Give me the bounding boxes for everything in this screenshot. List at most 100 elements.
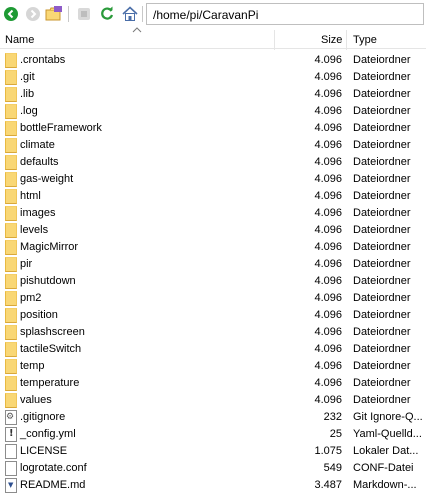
file-row[interactable]: climate 4.096 Dateiordner <box>0 137 426 154</box>
file-name: gas-weight <box>20 173 74 185</box>
file-size: 4.096 <box>314 343 342 355</box>
file-row[interactable]: LICENSE 1.075 Lokaler Dat... <box>0 443 426 460</box>
file-row[interactable]: .git 4.096 Dateiordner <box>0 69 426 86</box>
folder-icon <box>5 376 17 391</box>
file-name: tactileSwitch <box>20 343 82 355</box>
file-type: Dateiordner <box>353 343 411 355</box>
file-size: 4.096 <box>314 224 342 236</box>
file-name: defaults <box>20 156 59 168</box>
file-name: pir <box>20 258 33 270</box>
file-type: Dateiordner <box>353 139 411 151</box>
file-type: Dateiordner <box>353 173 411 185</box>
file-name: LICENSE <box>20 445 68 457</box>
file-size: 4.096 <box>314 122 342 134</box>
file-row[interactable]: splashscreen 4.096 Dateiordner <box>0 324 426 341</box>
file-size: 4.096 <box>314 241 342 253</box>
file-name: MagicMirror <box>20 241 79 253</box>
file-size: 4.096 <box>314 309 342 321</box>
file-row[interactable]: defaults 4.096 Dateiordner <box>0 154 426 171</box>
file-type: Dateiordner <box>353 190 411 202</box>
parent-folder-icon[interactable] <box>45 5 63 23</box>
column-divider[interactable] <box>274 30 275 50</box>
path-field[interactable]: /home/pi/CaravanPi <box>146 3 424 25</box>
file-name: .log <box>20 105 38 117</box>
home-icon[interactable] <box>121 5 139 23</box>
folder-icon <box>5 104 17 119</box>
file-type: Dateiordner <box>353 326 411 338</box>
file-type: Dateiordner <box>353 207 411 219</box>
file-row[interactable]: tactileSwitch 4.096 Dateiordner <box>0 341 426 358</box>
folder-icon <box>5 121 17 136</box>
file-row[interactable]: temp 4.096 Dateiordner <box>0 358 426 375</box>
folder-icon <box>5 291 17 306</box>
file-size: 4.096 <box>314 275 342 287</box>
file-row[interactable]: .lib 4.096 Dateiordner <box>0 86 426 103</box>
file-row[interactable]: pishutdown 4.096 Dateiordner <box>0 273 426 290</box>
folder-icon <box>5 172 17 187</box>
file-row[interactable]: .log 4.096 Dateiordner <box>0 103 426 120</box>
file-size: 4.096 <box>314 173 342 185</box>
file-size: 25 <box>329 428 342 440</box>
file-row[interactable]: values 4.096 Dateiordner <box>0 392 426 409</box>
file-row[interactable]: position 4.096 Dateiordner <box>0 307 426 324</box>
column-divider[interactable] <box>346 30 347 50</box>
file-row[interactable]: pir 4.096 Dateiordner <box>0 256 426 273</box>
file-row[interactable]: bottleFramework 4.096 Dateiordner <box>0 120 426 137</box>
folder-icon <box>5 342 17 357</box>
file-type: Dateiordner <box>353 309 411 321</box>
file-row[interactable]: _config.yml 25 Yaml-Quelld... <box>0 426 426 443</box>
file-size: 4.096 <box>314 156 342 168</box>
file-type: Dateiordner <box>353 88 411 100</box>
column-type-header[interactable]: Type <box>353 34 377 46</box>
file-type: Dateiordner <box>353 224 411 236</box>
file-name: values <box>20 394 52 406</box>
file-row[interactable]: MagicMirror 4.096 Dateiordner <box>0 239 426 256</box>
folder-icon <box>5 206 17 221</box>
file-row[interactable]: pm2 4.096 Dateiordner <box>0 290 426 307</box>
file-name: levels <box>20 224 49 236</box>
column-name-header[interactable]: Name <box>5 34 34 46</box>
file-type: Dateiordner <box>353 241 411 253</box>
file-name: .lib <box>20 88 35 100</box>
file-row[interactable]: logrotate.conf 549 CONF-Datei <box>0 460 426 477</box>
column-size-header[interactable]: Size <box>321 34 342 46</box>
path-text: /home/pi/CaravanPi <box>153 8 259 22</box>
file-icon <box>5 427 17 442</box>
file-name: .crontabs <box>20 54 66 66</box>
back-icon[interactable] <box>2 5 20 23</box>
refresh-icon[interactable] <box>98 5 116 23</box>
file-row[interactable]: images 4.096 Dateiordner <box>0 205 426 222</box>
sort-ascending-icon <box>132 27 142 33</box>
folder-icon <box>5 393 17 408</box>
file-row[interactable]: gas-weight 4.096 Dateiordner <box>0 171 426 188</box>
file-type: Dateiordner <box>353 275 411 287</box>
file-row[interactable]: html 4.096 Dateiordner <box>0 188 426 205</box>
file-row[interactable]: .crontabs 4.096 Dateiordner <box>0 52 426 69</box>
file-type: Markdown-... <box>353 479 417 491</box>
file-row[interactable]: temperature 4.096 Dateiordner <box>0 375 426 392</box>
file-name: .git <box>20 71 35 83</box>
file-icon <box>5 461 17 476</box>
file-size: 4.096 <box>314 394 342 406</box>
file-row[interactable]: .gitignore 232 Git Ignore-Q... <box>0 409 426 426</box>
file-size: 3.487 <box>314 479 342 491</box>
file-size: 4.096 <box>314 88 342 100</box>
file-row[interactable]: levels 4.096 Dateiordner <box>0 222 426 239</box>
file-name: position <box>20 309 58 321</box>
file-name: logrotate.conf <box>20 462 87 474</box>
folder-icon <box>5 155 17 170</box>
file-row[interactable]: README.md 3.487 Markdown-... <box>0 477 426 494</box>
folder-icon <box>5 223 17 238</box>
file-size: 4.096 <box>314 377 342 389</box>
file-name: _config.yml <box>20 428 76 440</box>
file-name: .gitignore <box>20 411 66 423</box>
file-type: Dateiordner <box>353 292 411 304</box>
file-type: Dateiordner <box>353 258 411 270</box>
file-name: pishutdown <box>20 275 76 287</box>
forward-icon[interactable] <box>24 5 42 23</box>
stop-icon[interactable] <box>75 5 93 23</box>
file-name: images <box>20 207 56 219</box>
file-size: 4.096 <box>314 190 342 202</box>
folder-icon <box>5 325 17 340</box>
file-type: Dateiordner <box>353 71 411 83</box>
